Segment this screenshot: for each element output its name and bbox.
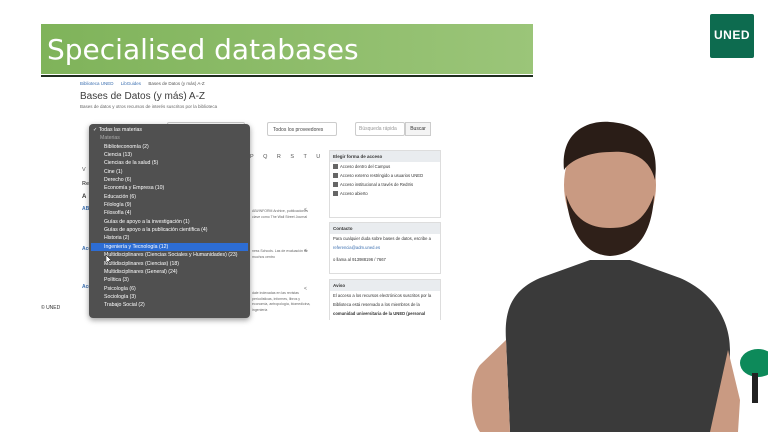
building-icon xyxy=(333,164,338,169)
dropdown-option[interactable]: Biblioteconomía (2) xyxy=(89,143,250,151)
notice-text: El acceso a los recursos electrónicos su… xyxy=(333,293,432,298)
dropdown-option[interactable]: Multidisciplinares (General) (24) xyxy=(89,268,250,276)
dropdown-option-highlighted[interactable]: Ingeniería y Tecnología (12) xyxy=(91,242,248,252)
dropdown-option[interactable]: Multidisciplinares (Ciencias Sociales y … xyxy=(89,251,250,259)
contact-panel-header: Contacto xyxy=(330,223,440,234)
dropdown-option[interactable]: Cine (1) xyxy=(89,168,250,176)
dropdown-option[interactable]: Guías de apoyo a la publicación científi… xyxy=(89,226,250,234)
subjects-dropdown-menu[interactable]: ✓ Todas las materias Materias Biblioteco… xyxy=(89,124,250,318)
dropdown-option[interactable]: Sociología (3) xyxy=(89,293,250,301)
breadcrumb-item[interactable]: LibGuides xyxy=(121,81,141,86)
access-row: Acceso externo restringido a usuarios UN… xyxy=(330,171,440,180)
uned-logo: UNED xyxy=(710,14,754,58)
breadcrumb-current: Bases de Datos (y más) A-Z xyxy=(148,81,205,86)
dropdown-option-selected[interactable]: ✓ Todas las materias xyxy=(89,126,250,134)
dropdown-option[interactable]: Historia (2) xyxy=(89,234,250,242)
dropdown-option[interactable]: Derecho (6) xyxy=(89,176,250,184)
letter-heading: A xyxy=(82,194,87,200)
access-panel: Elegir forma de acceso Acceso dentro del… xyxy=(329,150,441,218)
notice-text: comunidad universitaria de la UNED (pers… xyxy=(333,311,426,316)
results-heading: Re xyxy=(82,181,90,187)
key-icon xyxy=(333,182,338,187)
share-icon[interactable]: < xyxy=(304,207,307,213)
dropdown-option[interactable]: Filología (9) xyxy=(89,201,250,209)
access-panel-header: Elegir forma de acceso xyxy=(330,151,440,162)
page-title: Bases de Datos (y más) A-Z xyxy=(80,91,206,102)
presenter-image xyxy=(471,121,740,432)
notice-panel-header: Aviso xyxy=(330,280,440,291)
banner-divider xyxy=(41,75,533,77)
breadcrumb: Biblioteca UNED LibGuides Bases de Datos… xyxy=(80,81,211,86)
dropdown-option[interactable]: Trabajo Social (2) xyxy=(89,301,250,309)
slide-title: Specialised databases xyxy=(47,33,359,66)
share-icon[interactable]: < xyxy=(304,286,307,292)
slide-title-banner: Specialised databases xyxy=(41,24,533,74)
search-button[interactable]: Buscar xyxy=(405,122,431,136)
database-entry-desc: dale indexadas en las revistas periodíst… xyxy=(252,291,311,312)
alphabet-nav-fragment[interactable]: V xyxy=(82,167,86,173)
contact-phone: o llama al 913988196 / 7667 xyxy=(333,257,386,262)
open-lock-icon xyxy=(333,191,338,196)
dropdown-option[interactable]: Guías de apoyo a la investigación (1) xyxy=(89,218,250,226)
dropdown-option[interactable]: Filosofía (4) xyxy=(89,209,250,217)
dropdown-option[interactable]: Multidisciplinares (Ciencias) (18) xyxy=(89,260,250,268)
dropdown-option[interactable]: Ciencia (13) xyxy=(89,151,250,159)
mouse-cursor-icon xyxy=(106,255,112,264)
page-subtitle: Bases de datos y otros recursos de inter… xyxy=(80,104,218,109)
access-row: Acceso institucional a través de RedIris xyxy=(330,180,440,189)
contact-email-link[interactable]: referencia@adm.uned.es xyxy=(330,243,440,252)
contact-text: Para cualquier duda sobre bases de datos… xyxy=(333,236,432,241)
providers-select[interactable]: Todos los proveedores xyxy=(267,122,337,136)
alphabet-nav[interactable]: P Q R S T U xyxy=(250,154,324,160)
footer-copyright: © UNED xyxy=(41,305,61,311)
contact-panel: Contacto Para cualquier duda sobre bases… xyxy=(329,222,441,274)
breadcrumb-item[interactable]: Biblioteca UNED xyxy=(80,81,114,86)
dropdown-option[interactable]: Psicología (6) xyxy=(89,285,250,293)
access-row: Acceso dentro del Campus xyxy=(330,162,440,171)
microphone-icon xyxy=(740,349,768,403)
dropdown-option[interactable]: Educación (6) xyxy=(89,193,250,201)
dropdown-option[interactable]: Economía y Empresa (10) xyxy=(89,184,250,192)
notice-panel: Aviso El acceso a los recursos electróni… xyxy=(329,279,441,320)
dropdown-option[interactable]: Ciencias de la salud (5) xyxy=(89,159,250,167)
dropdown-option[interactable]: Política (3) xyxy=(89,276,250,284)
share-icon[interactable]: < xyxy=(304,248,307,254)
uned-logo-text: UNED xyxy=(713,28,750,42)
access-row: Acceso abierto xyxy=(330,189,440,198)
lock-icon xyxy=(333,173,338,178)
dropdown-group-label: Materias xyxy=(100,135,120,142)
notice-text: Biblioteca está reservado a los miembros… xyxy=(333,302,420,307)
search-input[interactable]: Búsqueda rápida xyxy=(355,122,405,136)
